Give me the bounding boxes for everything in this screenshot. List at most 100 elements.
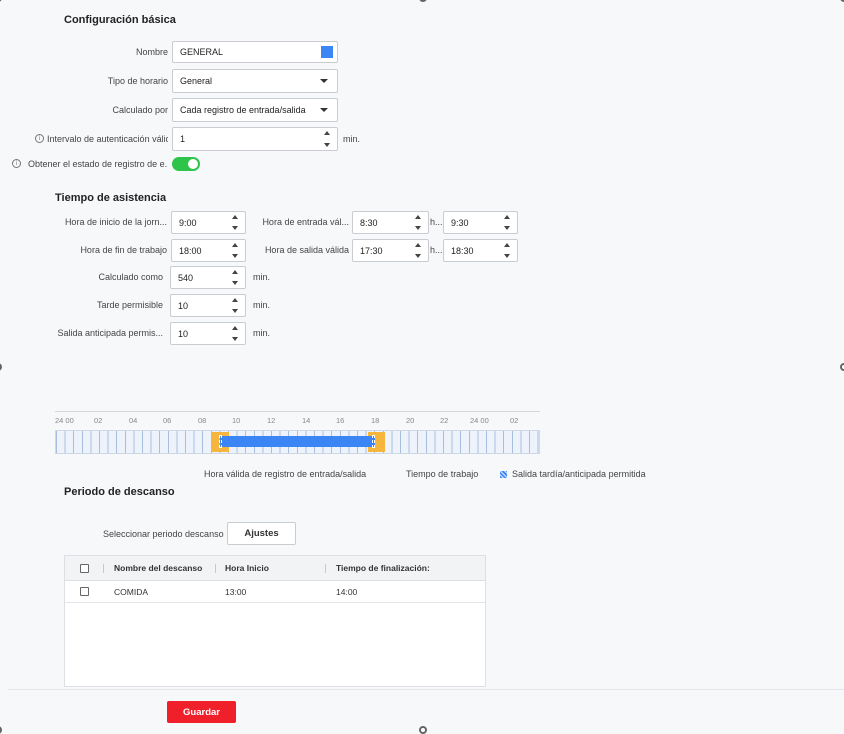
tick-label: 12 <box>267 416 276 425</box>
stepper-icon[interactable] <box>231 215 239 230</box>
resize-handle-right[interactable] <box>840 363 844 371</box>
legend-valid-time: Hora válida de registro de entrada/salid… <box>204 469 367 479</box>
info-icon: i <box>12 159 21 168</box>
calc-as-input[interactable]: 540 <box>170 266 246 289</box>
valid-in-separator: h... <box>430 217 443 227</box>
tick-label: 02 <box>94 416 103 425</box>
select-all-checkbox[interactable] <box>80 564 89 573</box>
tick-label: 22 <box>440 416 449 425</box>
table-header: Nombre del descanso Hora Inicio Tiempo d… <box>65 556 485 581</box>
calculated-by-value: Cada registro de entrada/salida <box>180 105 306 115</box>
early-value: 10 <box>178 328 189 339</box>
start-time-input[interactable]: 9:00 <box>171 211 246 234</box>
early-label: Salida anticipada permis... <box>57 328 163 338</box>
calculated-by-select[interactable]: Cada registro de entrada/salida <box>172 98 338 122</box>
stepper-icon[interactable] <box>414 215 422 230</box>
early-unit: min. <box>253 328 271 338</box>
tick-label: 10 <box>232 416 241 425</box>
valid-out-separator: h... <box>430 245 443 255</box>
valid-out-to-input[interactable]: 18:30 <box>443 239 518 262</box>
calc-as-label: Calculado como <box>98 272 163 282</box>
settings-button[interactable]: Ajustes <box>227 522 296 545</box>
column-divider <box>215 564 216 573</box>
rest-table: Nombre del descanso Hora Inicio Tiempo d… <box>64 555 486 687</box>
auth-interval-input[interactable]: 1 <box>172 127 338 151</box>
column-divider <box>325 564 326 573</box>
tick-label: 08 <box>198 416 207 425</box>
schedule-type-value: General <box>180 76 213 86</box>
late-unit: min. <box>253 300 271 310</box>
tick-label: 18 <box>371 416 380 425</box>
valid-out-from-value: 17:30 <box>360 245 383 256</box>
calculated-by-label: Calculado por <box>112 105 168 115</box>
early-input[interactable]: 10 <box>170 322 246 345</box>
tick-label: 20 <box>406 416 415 425</box>
attendance-title: Tiempo de asistencia <box>55 192 167 204</box>
late-input[interactable]: 10 <box>170 294 246 317</box>
resize-handle-bottom-left[interactable] <box>0 726 2 734</box>
resize-handle-top-left[interactable] <box>0 0 2 2</box>
color-swatch[interactable] <box>321 46 333 58</box>
valid-in-from-value: 8:30 <box>360 217 378 228</box>
rest-period-title: Periodo de descanso <box>64 486 175 498</box>
column-divider <box>103 564 104 573</box>
valid-in-to-input[interactable]: 9:30 <box>443 211 518 234</box>
legend-late-early: Salida tardía/anticipada permitida <box>512 469 646 479</box>
stepper-icon[interactable] <box>414 243 422 258</box>
col-header-name: Nombre del descanso <box>114 563 203 573</box>
stepper-icon[interactable] <box>231 270 239 285</box>
resize-handle-top-right[interactable] <box>840 0 844 2</box>
tick-label: 24 00 <box>470 416 489 425</box>
row-checkbox[interactable] <box>80 587 89 596</box>
late-value: 10 <box>178 300 189 311</box>
auth-interval-label: Intervalo de autenticación válido <box>47 134 168 144</box>
tick-label: 06 <box>163 416 172 425</box>
end-time-value: 18:00 <box>179 245 202 256</box>
resize-handle-left[interactable] <box>0 363 2 371</box>
name-value: GENERAL <box>180 47 224 57</box>
col-header-end: Tiempo de finalización: <box>336 563 430 573</box>
save-button[interactable]: Guardar <box>167 701 236 723</box>
legend-work-time: Tiempo de trabajo <box>406 469 479 479</box>
segment-drag-handle[interactable] <box>372 435 375 448</box>
tick-label: 04 <box>129 416 138 425</box>
timeline-axis-line <box>55 411 540 412</box>
valid-in-from-input[interactable]: 8:30 <box>352 211 429 234</box>
valid-out-from-input[interactable]: 17:30 <box>352 239 429 262</box>
footer-divider <box>8 689 844 690</box>
schedule-type-select[interactable]: General <box>172 69 338 93</box>
calc-as-value: 540 <box>178 272 194 283</box>
tick-label: 02 <box>510 416 519 425</box>
start-time-label: Hora de inicio de la jorn... <box>64 217 167 227</box>
calc-as-unit: min. <box>253 272 271 282</box>
get-status-label: Obtener el estado de registro de e... <box>28 159 168 169</box>
name-label: Nombre <box>135 47 168 57</box>
start-time-value: 9:00 <box>179 217 197 228</box>
end-time-input[interactable]: 18:00 <box>171 239 246 262</box>
resize-handle-top[interactable] <box>419 0 427 2</box>
info-icon: i <box>35 134 44 143</box>
auth-interval-value: 1 <box>180 134 186 144</box>
stepper-icon[interactable] <box>503 215 511 230</box>
valid-out-to-value: 18:30 <box>451 245 474 256</box>
col-header-start: Hora Inicio <box>225 563 269 573</box>
auth-interval-unit: min. <box>343 134 361 144</box>
work-time-segment[interactable] <box>220 436 375 447</box>
cell-name: COMIDA <box>114 587 148 597</box>
stepper-icon[interactable] <box>323 131 331 147</box>
valid-in-to-value: 9:30 <box>451 217 469 228</box>
stepper-icon[interactable] <box>231 243 239 258</box>
tick-label: 16 <box>336 416 345 425</box>
resize-handle-bottom[interactable] <box>419 726 427 734</box>
stepper-icon[interactable] <box>231 326 239 341</box>
get-status-toggle[interactable] <box>172 157 200 171</box>
segment-drag-handle[interactable] <box>219 435 222 448</box>
stepper-icon[interactable] <box>503 243 511 258</box>
basic-config-title: Configuración básica <box>64 14 176 26</box>
stepper-icon[interactable] <box>231 298 239 313</box>
table-row[interactable]: COMIDA 13:00 14:00 <box>65 581 485 603</box>
name-input[interactable]: GENERAL <box>172 41 338 63</box>
cell-end: 14:00 <box>336 587 358 597</box>
tick-label: 24 00 <box>55 416 74 425</box>
valid-out-label: Hora de salida válida <box>264 245 349 255</box>
